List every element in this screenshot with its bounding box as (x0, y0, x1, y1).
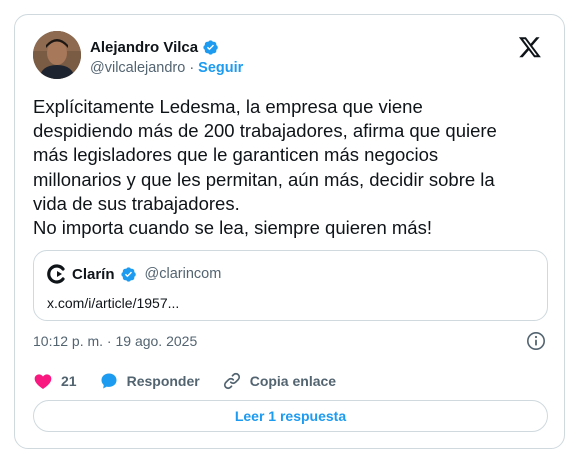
quoted-tweet[interactable]: Clarín @clarincom x.com/i/article/1957..… (33, 250, 548, 321)
separator-dot: · (189, 60, 195, 76)
avatar-photo-icon (33, 31, 81, 79)
author-names: Alejandro Vilca @vilcalejandro · Seguir (90, 37, 243, 77)
link-icon (223, 372, 240, 390)
x-logo-icon[interactable] (518, 35, 542, 59)
heart-icon (34, 374, 52, 389)
like-count: 21 (61, 373, 77, 389)
quoted-author-handle: @clarincom (144, 266, 222, 282)
quoted-article-link[interactable]: x.com/i/article/1957... (47, 295, 179, 311)
clarin-logo-icon (47, 264, 67, 284)
follow-button[interactable]: Seguir (198, 60, 243, 76)
copy-link-button[interactable]: Copia enlace (222, 371, 336, 391)
info-icon[interactable] (526, 331, 546, 351)
verified-badge-icon (120, 266, 137, 283)
read-replies-button[interactable]: Leer 1 respuesta (33, 400, 548, 432)
action-bar: 21 Responder Copia enlace (33, 371, 358, 391)
tweet-timestamp[interactable]: 10:12 p. m. · 19 ago. 2025 (33, 333, 197, 349)
quoted-author-name: Clarín (72, 265, 115, 283)
copy-link-label: Copia enlace (249, 373, 337, 389)
avatar[interactable] (33, 31, 81, 79)
reply-button[interactable]: Responder (99, 371, 200, 391)
reply-bubble-icon (101, 373, 117, 389)
reply-label: Responder (126, 373, 200, 389)
tweet-header: Alejandro Vilca @vilcalejandro · Seguir (33, 31, 546, 83)
author-display-name[interactable]: Alejandro Vilca (90, 39, 198, 56)
like-button[interactable]: 21 (33, 371, 77, 391)
author-handle[interactable]: @vilcalejandro (90, 60, 185, 76)
tweet-text: Explícitamente Ledesma, la empresa que v… (33, 96, 497, 239)
tweet-card: Alejandro Vilca @vilcalejandro · Seguir … (14, 14, 565, 449)
verified-badge-icon (202, 39, 219, 56)
